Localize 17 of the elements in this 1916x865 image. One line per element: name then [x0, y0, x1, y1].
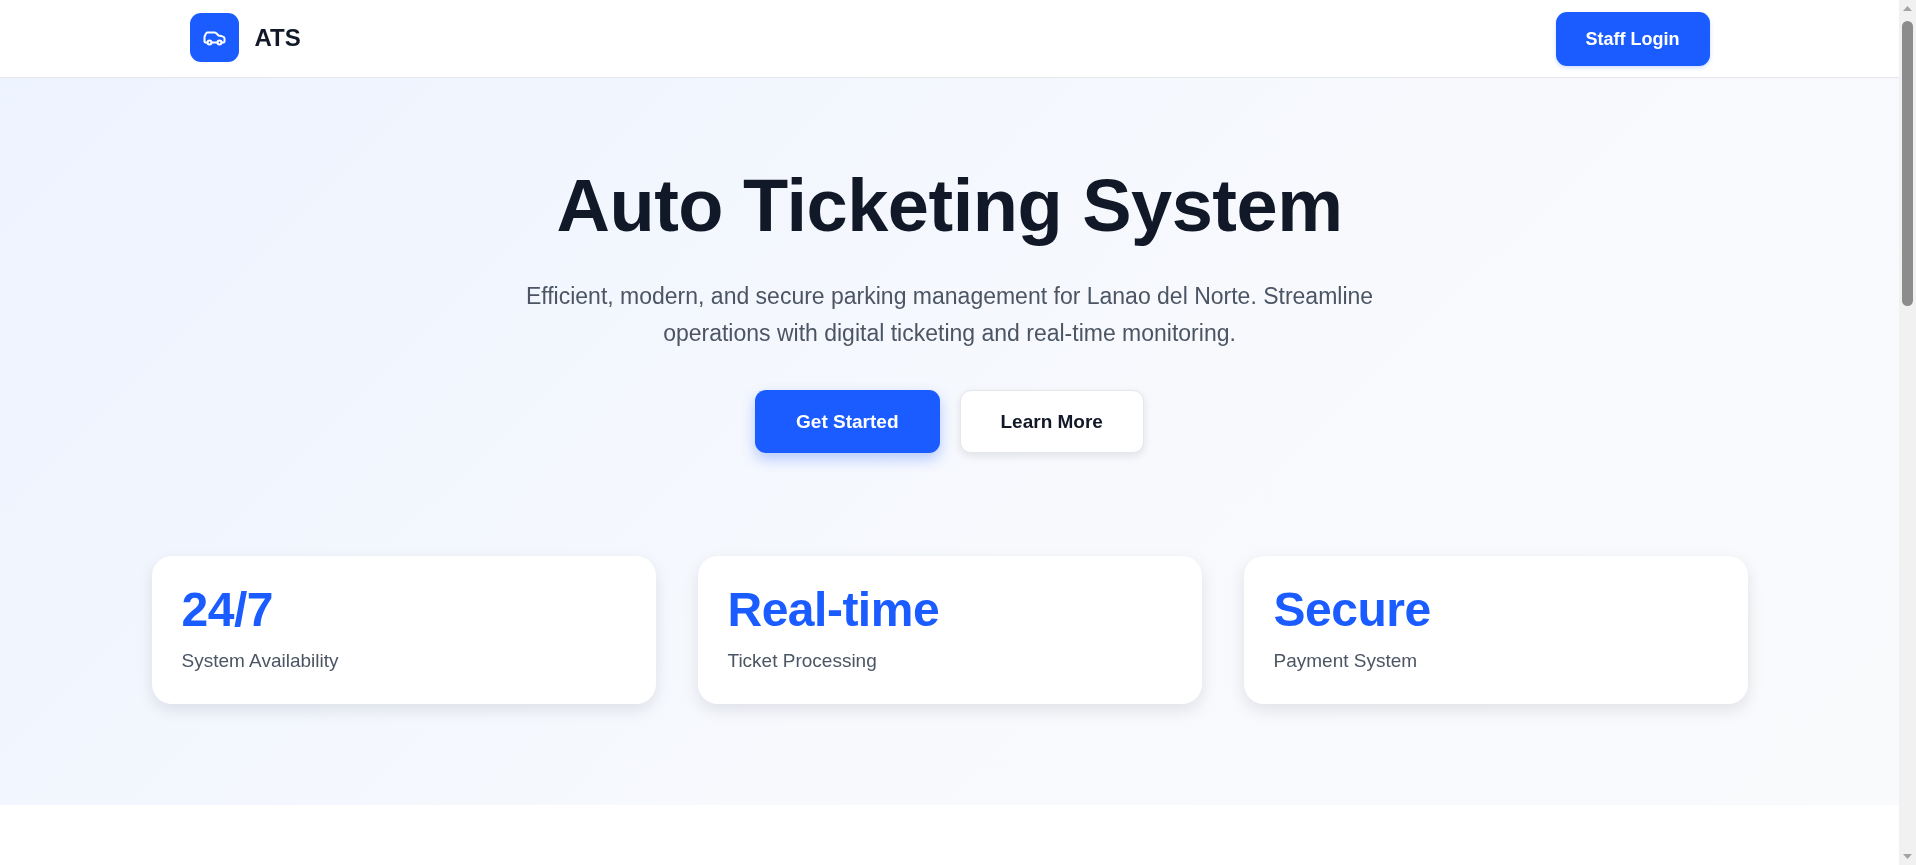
staff-login-button[interactable]: Staff Login: [1555, 11, 1710, 66]
stat-label: Ticket Processing: [727, 649, 878, 673]
scrollbar-thumb[interactable]: [1902, 21, 1913, 306]
scroll-up-icon[interactable]: [1903, 6, 1912, 11]
hero-subtitle: Efficient, modern, and secure parking management for Lanao del Norte. Streamline operations with digital ticketing and real-time monitoring.: [524, 282, 1375, 348]
car-icon[interactable]: [189, 13, 239, 62]
hero-title: Auto Ticketing System: [556, 163, 1343, 248]
get-started-button[interactable]: Get Started: [755, 390, 940, 453]
scroll-down-icon[interactable]: [1903, 854, 1912, 859]
learn-more-button[interactable]: Learn More: [959, 390, 1144, 453]
logo-text[interactable]: ATS: [254, 23, 301, 52]
stat-label: System Availability: [181, 649, 340, 673]
stat-value: Real-time: [727, 582, 941, 638]
stat-value: 24/7: [181, 582, 274, 638]
stat-value: Secure: [1273, 582, 1432, 638]
stat-label: Payment System: [1273, 649, 1419, 673]
scrollbar[interactable]: [1899, 0, 1916, 865]
